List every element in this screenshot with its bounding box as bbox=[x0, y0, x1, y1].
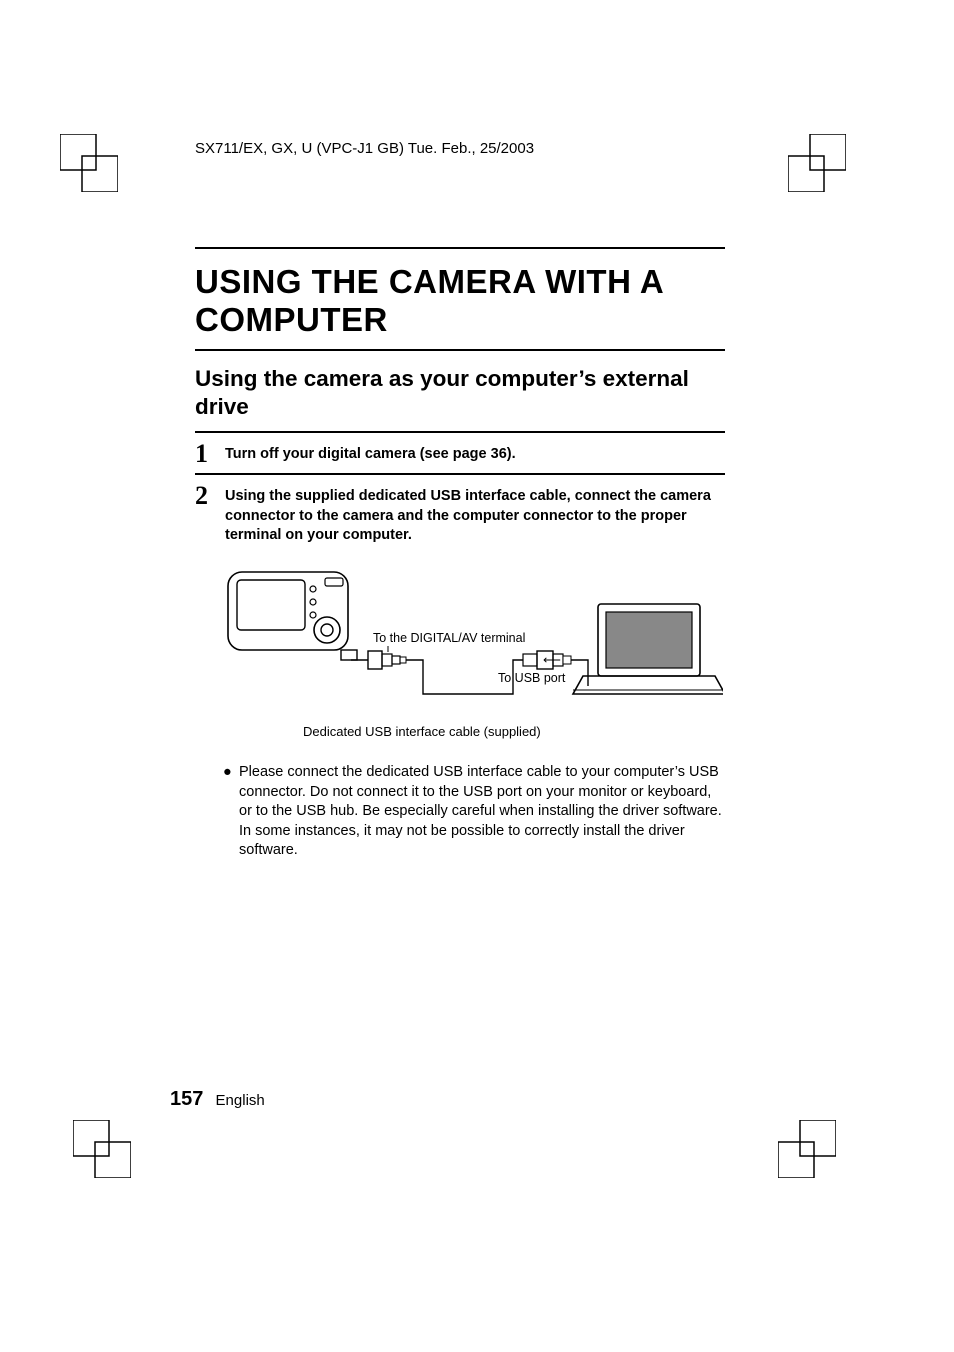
document-header: SX711/EX, GX, U (VPC-J1 GB) Tue. Feb., 2… bbox=[195, 140, 725, 157]
crop-mark-tr bbox=[788, 134, 846, 192]
step-2: 2 Using the supplied dedicated USB inter… bbox=[195, 483, 725, 546]
page-number: 157 bbox=[170, 1088, 203, 1110]
page-content: SX711/EX, GX, U (VPC-J1 GB) Tue. Feb., 2… bbox=[195, 140, 725, 861]
step-number: 1 bbox=[195, 441, 225, 467]
svg-text:⟵: ⟵ bbox=[543, 653, 561, 667]
camera-icon bbox=[228, 572, 357, 660]
diagram-label-terminal: To the DIGITAL/AV terminal bbox=[373, 631, 525, 645]
step-text: Using the supplied dedicated USB interfa… bbox=[225, 483, 725, 546]
rule bbox=[195, 349, 725, 351]
diagram-caption: Dedicated USB interface cable (supplied) bbox=[303, 724, 725, 739]
laptop-icon bbox=[573, 604, 723, 694]
connection-diagram: ⟵ To the DIGITAL/AV terminal To USB port… bbox=[223, 564, 725, 739]
step-1: 1 Turn off your digital camera (see page… bbox=[195, 441, 725, 467]
crop-mark-br bbox=[778, 1120, 836, 1178]
section-subtitle: Using the camera as your computer’s exte… bbox=[195, 365, 725, 421]
rule bbox=[195, 473, 725, 475]
page-language: English bbox=[216, 1092, 265, 1109]
rule bbox=[195, 431, 725, 433]
note-text: Please connect the dedicated USB interfa… bbox=[239, 763, 725, 861]
page-title: USING THE CAMERA WITH A COMPUTER bbox=[195, 263, 725, 339]
rule bbox=[195, 247, 725, 249]
page-footer: 157 English bbox=[170, 1088, 265, 1111]
step-number: 2 bbox=[195, 483, 225, 509]
crop-mark-bl bbox=[73, 1120, 131, 1178]
diagram-label-usb: To USB port bbox=[498, 671, 566, 685]
crop-mark-tl bbox=[60, 134, 118, 192]
bullet-icon: ● bbox=[223, 763, 239, 861]
note-bullet: ● Please connect the dedicated USB inter… bbox=[223, 763, 725, 861]
step-text: Turn off your digital camera (see page 3… bbox=[225, 441, 516, 465]
